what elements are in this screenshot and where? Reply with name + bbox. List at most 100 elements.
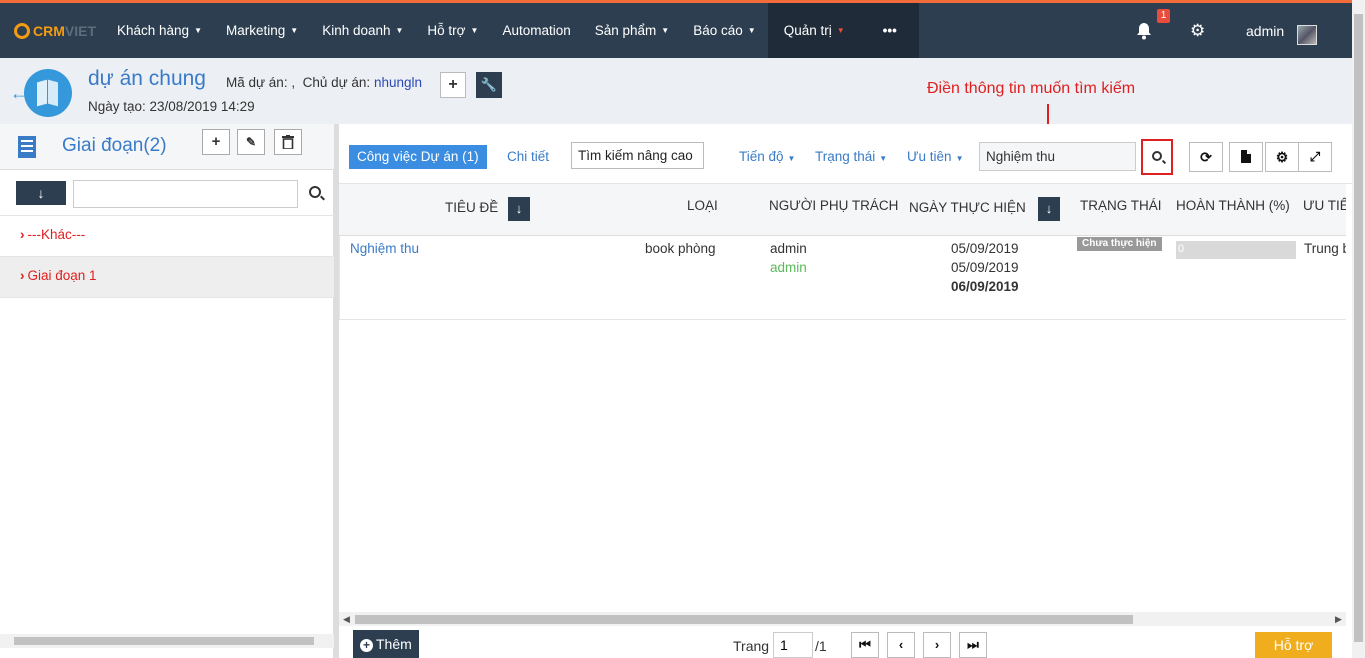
stage-item[interactable]: › Giai đoạn 1 [0, 257, 334, 298]
nav-khach-hang[interactable]: Khách hàng ▼ [105, 3, 214, 58]
stage-item[interactable]: › ---Khác--- [0, 216, 334, 257]
scrollbar-thumb[interactable] [14, 637, 314, 645]
add-task-button[interactable]: + Thêm [353, 630, 419, 658]
nav-ho-tro[interactable]: Hỗ trợ ▼ [415, 3, 490, 58]
task-title-link[interactable]: Nghiệm thu [350, 241, 419, 256]
chevron-right-icon: › [20, 227, 25, 242]
project-owner-link[interactable]: nhungln [374, 75, 422, 90]
nav-label: Automation [502, 23, 571, 38]
annotation-text: Điền thông tin muốn tìm kiếm [927, 80, 1136, 97]
first-page-icon[interactable]: ⏮ [851, 632, 879, 658]
add-stage-button[interactable]: + [202, 129, 230, 155]
search-button[interactable] [1141, 139, 1173, 175]
stages-panel: Giai đoạn(2) + ✎ ↓ › ---Khác--- › Giai đoạ… [0, 124, 334, 658]
project-meta: Mã dự án: , Chủ dự án: nhungln [226, 75, 422, 90]
nav-label: Sản phẩm [594, 23, 657, 38]
filter-priority[interactable]: Ưu tiên ▼ [907, 149, 963, 164]
search-icon[interactable] [309, 186, 321, 198]
scroll-left-icon[interactable]: ◀ [343, 614, 350, 625]
search-icon [1152, 151, 1162, 161]
filter-label: Trạng thái [815, 149, 876, 164]
caret-down-icon: ▼ [661, 26, 670, 35]
prev-page-icon[interactable]: ‹ [887, 632, 915, 658]
sort-down-icon[interactable]: ↓ [508, 197, 530, 221]
nav-marketing[interactable]: Marketing ▼ [214, 3, 310, 58]
caret-down-icon: ▼ [836, 26, 845, 35]
scrollbar-thumb[interactable] [355, 615, 1133, 624]
col-date[interactable]: NGÀY THỰC HIỆN [909, 200, 1026, 215]
crmviet-logo[interactable]: CRM VIET [14, 20, 96, 42]
caret-down-icon: ▼ [470, 26, 479, 35]
trash-icon[interactable] [274, 129, 302, 155]
expand-icon[interactable]: ⤢ [1298, 142, 1332, 172]
help-button[interactable]: Hỗ trợ [1255, 632, 1332, 658]
nav-san-pham[interactable]: Sản phẩm ▼ [583, 3, 681, 58]
refresh-icon[interactable]: ⟳ [1189, 142, 1223, 172]
page-label: Trang [733, 638, 770, 654]
task-assignee: admin [770, 241, 807, 256]
project-header: ← dự án chung Mã dự án: , Chủ dự án: nhu… [0, 58, 1352, 124]
add-icon[interactable]: + [440, 72, 466, 98]
col-priority[interactable]: ƯU TIÊN [1303, 198, 1346, 213]
grid-horizontal-scrollbar[interactable]: ◀ ▶ [339, 612, 1346, 626]
col-type[interactable]: LOẠI [687, 198, 718, 213]
last-page-icon[interactable]: ⏭ [959, 632, 987, 658]
table-row[interactable]: Nghiệm thu book phòng admin admin 05/09/… [339, 236, 1346, 320]
notification-badge: 1 [1157, 9, 1170, 23]
nav-more-button[interactable]: ••• [860, 3, 919, 58]
main-menu: Khách hàng ▼ Marketing ▼ Kinh doanh ▼ Hỗ tr… [105, 3, 919, 58]
bell-icon[interactable] [1136, 3, 1152, 58]
project-title: dự án chung [88, 67, 206, 90]
stages-header: Giai đoạn(2) + ✎ [0, 124, 334, 170]
col-assignee[interactable]: NGƯỜI PHỤ TRÁCH [769, 198, 898, 213]
nav-kinh-doanh[interactable]: Kinh doanh ▼ [310, 3, 415, 58]
edit-icon[interactable]: ✎ [237, 129, 265, 155]
search-input[interactable] [979, 142, 1136, 171]
scrollbar-thumb[interactable] [1354, 14, 1363, 642]
nav-automation[interactable]: Automation [490, 3, 582, 58]
project-building-icon [24, 69, 72, 117]
tab-detail[interactable]: Chi tiết [507, 149, 549, 164]
scroll-right-icon[interactable]: ▶ [1335, 614, 1342, 625]
stage-label: Giai đoạn 1 [27, 268, 97, 283]
file-icon[interactable] [1229, 142, 1263, 172]
logo-text-crm: CRM [33, 23, 65, 39]
stage-search-input[interactable] [73, 180, 298, 208]
tab-project-tasks[interactable]: Công việc Dự án (1) [349, 145, 487, 169]
sort-down-icon[interactable]: ↓ [16, 181, 66, 205]
wrench-icon[interactable]: 🔧 [476, 72, 502, 98]
task-date-start: 05/09/2019 [951, 241, 1019, 256]
filter-status[interactable]: Trạng thái ▼ [815, 149, 887, 164]
project-owner-label: Chủ dự án: [302, 75, 371, 90]
caret-down-icon: ▼ [290, 26, 299, 35]
filter-label: Tiến độ [739, 149, 784, 164]
user-name[interactable]: admin [1246, 3, 1284, 58]
gear-icon[interactable]: ⚙ [1190, 3, 1205, 58]
caret-down-icon: ▼ [787, 154, 796, 163]
table-header: TIÊU ĐỀ ↓ LOẠI NGƯỜI PHỤ TRÁCH NGÀY THỰC… [339, 184, 1346, 236]
task-priority: Trung bình [1304, 241, 1346, 256]
filter-label: Ưu tiên [907, 149, 952, 164]
tasks-table: TIÊU ĐỀ ↓ LOẠI NGƯỜI PHỤ TRÁCH NGÀY THỰC… [339, 184, 1346, 612]
settings-icon[interactable]: ⚙ [1265, 142, 1299, 172]
advanced-search-button[interactable]: Tìm kiếm nâng cao [571, 142, 704, 169]
nav-quan-tri[interactable]: Quản trị ▼ [767, 3, 861, 58]
col-status[interactable]: TRẠNG THÁI [1080, 198, 1162, 213]
caret-down-icon: ▼ [747, 26, 756, 35]
col-title[interactable]: TIÊU ĐỀ [445, 200, 498, 215]
next-page-icon[interactable]: › [923, 632, 951, 658]
nav-bao-cao[interactable]: Báo cáo ▼ [681, 3, 767, 58]
page-vertical-scrollbar[interactable] [1352, 0, 1365, 658]
col-progress[interactable]: HOÀN THÀNH (%) [1176, 198, 1290, 213]
avatar[interactable] [1297, 25, 1317, 45]
sort-down-icon[interactable]: ↓ [1038, 197, 1060, 221]
page-input[interactable] [773, 632, 813, 658]
left-horizontal-scrollbar[interactable] [0, 634, 334, 648]
logo-text-viet: VIET [64, 23, 97, 39]
building-icon [18, 136, 36, 158]
filter-progress[interactable]: Tiến độ ▼ [739, 149, 795, 164]
caret-down-icon: ▼ [194, 26, 202, 35]
caret-down-icon: ▼ [955, 154, 964, 163]
page-total: /1 [815, 638, 827, 654]
task-date-end: 06/09/2019 [951, 279, 1019, 294]
